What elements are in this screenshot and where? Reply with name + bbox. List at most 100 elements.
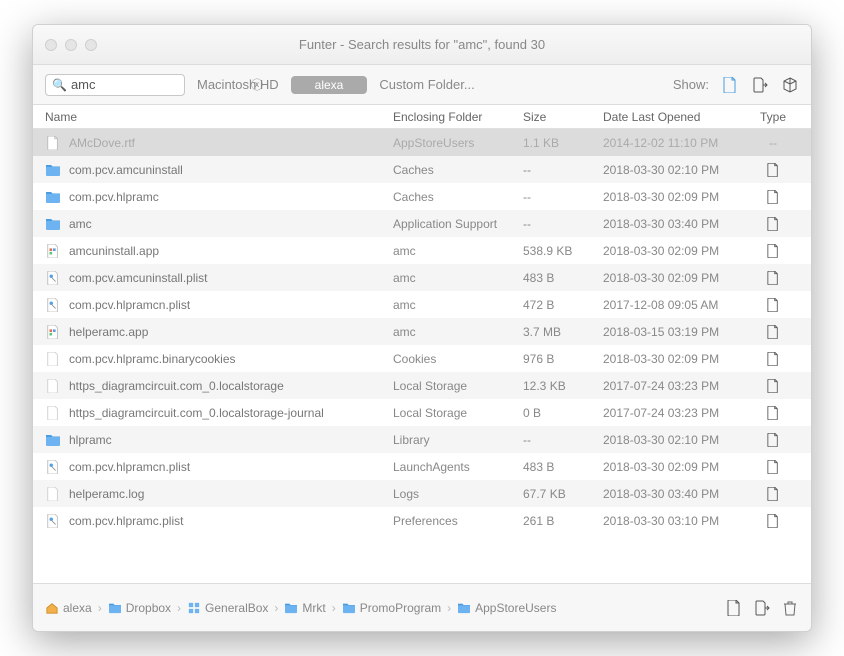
grid-icon — [187, 602, 201, 614]
table-row[interactable]: com.pcv.hlpramcn.plistamc472 B2017-12-08… — [33, 291, 811, 318]
date-opened: 2017-07-24 03:23 PM — [603, 406, 753, 420]
file-icon — [45, 136, 61, 150]
search-icon: 🔍 — [52, 78, 67, 92]
search-field[interactable]: 🔍 ⓧ — [45, 74, 185, 96]
date-opened: 2018-03-30 02:09 PM — [603, 190, 753, 204]
table-row[interactable]: com.pcv.amcuninstall.plistamc483 B2018-0… — [33, 264, 811, 291]
table-row[interactable]: amcuninstall.appamc538.9 KB2018-03-30 02… — [33, 237, 811, 264]
breadcrumb-label: AppStoreUsers — [475, 601, 556, 615]
type-cell: -- — [753, 136, 793, 150]
breadcrumb-label: alexa — [63, 601, 92, 615]
date-opened: 2018-03-30 03:40 PM — [603, 487, 753, 501]
show-hidden-icon[interactable] — [751, 76, 769, 94]
file-size: 976 B — [523, 352, 603, 366]
file-name: com.pcv.amcuninstall.plist — [69, 271, 208, 285]
plist-icon — [45, 460, 61, 474]
enclosing-folder: amc — [393, 271, 523, 285]
enclosing-folder: AppStoreUsers — [393, 136, 523, 150]
type-cell — [753, 163, 793, 177]
enclosing-folder: Local Storage — [393, 379, 523, 393]
breadcrumb-item[interactable]: AppStoreUsers — [457, 601, 556, 615]
column-headers: Name Enclosing Folder Size Date Last Ope… — [33, 105, 811, 129]
home-icon — [45, 602, 59, 614]
folder-icon — [457, 602, 471, 614]
location-user-pill[interactable]: alexa — [291, 76, 368, 94]
chevron-right-icon: › — [332, 601, 336, 615]
enclosing-folder: Logs — [393, 487, 523, 501]
type-cell — [753, 298, 793, 312]
date-opened: 2017-12-08 09:05 AM — [603, 298, 753, 312]
date-opened: 2018-03-30 02:09 PM — [603, 352, 753, 366]
breadcrumb-item[interactable]: Mrkt — [284, 601, 325, 615]
table-row[interactable]: com.pcv.hlpramcn.plistLaunchAgents483 B2… — [33, 453, 811, 480]
date-opened: 2018-03-30 02:09 PM — [603, 271, 753, 285]
breadcrumb-item[interactable]: alexa — [45, 601, 92, 615]
table-row[interactable]: com.pcv.hlpramc.binarycookies Cookies976 … — [33, 345, 811, 372]
column-header-date[interactable]: Date Last Opened — [603, 105, 753, 128]
app-icon — [45, 325, 61, 339]
table-row[interactable]: https_diagramcircuit.com_0.localstorage-… — [33, 399, 811, 426]
blank-icon — [45, 487, 61, 501]
window-title: Funter - Search results for "amc", found… — [33, 37, 811, 52]
titlebar: Funter - Search results for "amc", found… — [33, 25, 811, 65]
enclosing-folder: LaunchAgents — [393, 460, 523, 474]
file-name: helperamc.log — [69, 487, 144, 501]
type-cell — [753, 460, 793, 474]
location-macintosh-hd[interactable]: Macintosh HD — [197, 77, 279, 92]
file-name: AMcDove.rtf — [69, 136, 135, 150]
table-row[interactable]: com.pcv.hlpramc.plistPreferences261 B201… — [33, 507, 811, 534]
file-size: 67.7 KB — [523, 487, 603, 501]
type-cell — [753, 406, 793, 420]
file-size: 12.3 KB — [523, 379, 603, 393]
enclosing-folder: Caches — [393, 190, 523, 204]
type-cell — [753, 190, 793, 204]
column-header-name[interactable]: Name — [33, 105, 393, 128]
plist-icon — [45, 271, 61, 285]
enclosing-folder: Cookies — [393, 352, 523, 366]
file-name: com.pcv.hlpramc.binarycookies — [69, 352, 236, 366]
show-packages-icon[interactable] — [781, 76, 799, 94]
file-name: amcuninstall.app — [69, 244, 159, 258]
chevron-right-icon: › — [98, 601, 102, 615]
location-custom-folder[interactable]: Custom Folder... — [379, 77, 474, 92]
folder-icon — [284, 602, 298, 614]
file-size: 1.1 KB — [523, 136, 603, 150]
enclosing-folder: Library — [393, 433, 523, 447]
column-header-type[interactable]: Type — [753, 105, 793, 128]
open-icon[interactable] — [753, 599, 771, 617]
table-row[interactable]: helperamc.appamc3.7 MB2018-03-15 03:19 P… — [33, 318, 811, 345]
breadcrumb-item[interactable]: GeneralBox — [187, 601, 268, 615]
blank-icon — [45, 406, 61, 420]
enclosing-folder: Application Support — [393, 217, 523, 231]
table-row[interactable]: hlpramcLibrary--2018-03-30 02:10 PM — [33, 426, 811, 453]
column-header-size[interactable]: Size — [523, 105, 603, 128]
folder-icon — [108, 602, 122, 614]
date-opened: 2018-03-15 03:19 PM — [603, 325, 753, 339]
show-files-icon[interactable] — [721, 76, 739, 94]
trash-icon[interactable] — [781, 599, 799, 617]
table-row[interactable]: com.pcv.amcuninstallCaches--2018-03-30 0… — [33, 156, 811, 183]
breadcrumb-item[interactable]: Dropbox — [108, 601, 171, 615]
enclosing-folder: Local Storage — [393, 406, 523, 420]
table-row[interactable]: amcApplication Support--2018-03-30 03:40… — [33, 210, 811, 237]
date-opened: 2018-03-30 03:10 PM — [603, 514, 753, 528]
path-bar: alexa›Dropbox›GeneralBox›Mrkt›PromoProgr… — [33, 583, 811, 631]
table-row[interactable]: https_diagramcircuit.com_0.localstorageL… — [33, 372, 811, 399]
file-size: -- — [523, 163, 603, 177]
app-icon — [45, 244, 61, 258]
reveal-in-finder-icon[interactable] — [725, 599, 743, 617]
file-size: -- — [523, 217, 603, 231]
app-window: Funter - Search results for "amc", found… — [32, 24, 812, 632]
results-list: AMcDove.rtfAppStoreUsers1.1 KB2014-12-02… — [33, 129, 811, 583]
breadcrumb-item[interactable]: PromoProgram — [342, 601, 441, 615]
column-header-folder[interactable]: Enclosing Folder — [393, 105, 523, 128]
table-row[interactable]: AMcDove.rtfAppStoreUsers1.1 KB2014-12-02… — [33, 129, 811, 156]
date-opened: 2018-03-30 02:10 PM — [603, 163, 753, 177]
date-opened: 2017-07-24 03:23 PM — [603, 379, 753, 393]
file-size: -- — [523, 433, 603, 447]
table-row[interactable]: helperamc.log Logs67.7 KB2018-03-30 03:40… — [33, 480, 811, 507]
date-opened: 2018-03-30 02:09 PM — [603, 460, 753, 474]
file-name: helperamc.app — [69, 325, 148, 339]
table-row[interactable]: com.pcv.hlpramcCaches--2018-03-30 02:09 … — [33, 183, 811, 210]
breadcrumb-label: PromoProgram — [360, 601, 441, 615]
